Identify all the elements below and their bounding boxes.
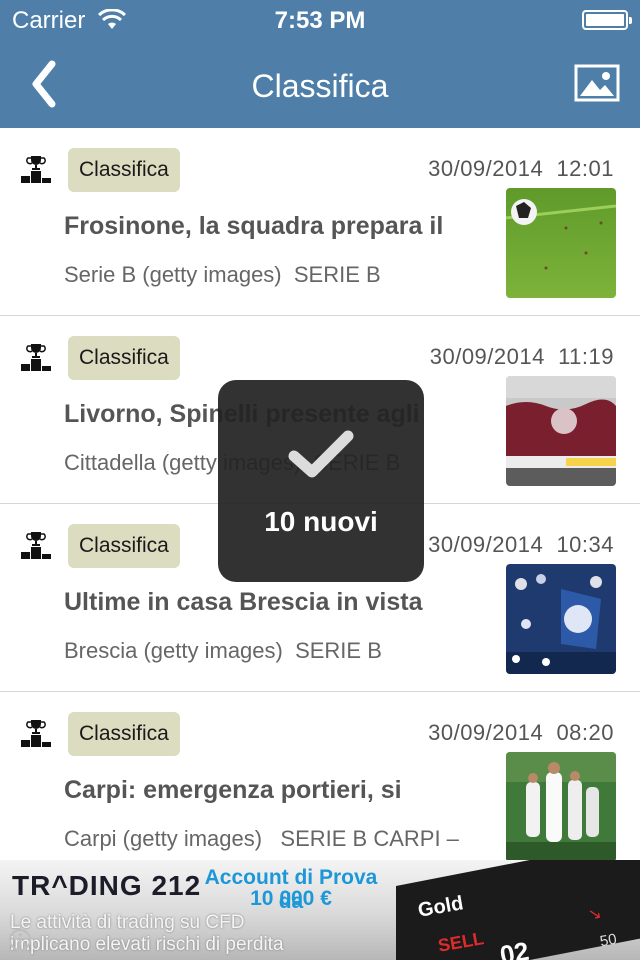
ad-logo: TR^DING 212 — [12, 870, 202, 901]
ad-promo-line2: 10 000 € — [250, 887, 332, 910]
article-date: 30/09/2014 10:34 — [428, 532, 614, 557]
article-thumbnail — [506, 564, 616, 674]
battery-level — [586, 14, 624, 26]
news-row[interactable]: Classifica 30/09/2014 08:20 Carpi: emerg… — [0, 692, 640, 860]
refresh-hud: 10 nuovi — [218, 380, 424, 582]
checkmark-icon — [288, 430, 354, 478]
gallery-button[interactable] — [574, 64, 620, 102]
chevron-left-icon — [32, 60, 56, 108]
nav-bar: Classifica — [0, 40, 640, 128]
article-headline: Ultime in casa Brescia in vista — [64, 588, 423, 616]
hud-message: 10 nuovi — [264, 506, 378, 537]
ad-ticker-small: 50 — [598, 930, 619, 951]
category-badge: Classifica — [68, 148, 180, 192]
ad-disclaimer-line1: Le attività di trading su CFD — [10, 912, 245, 933]
status-time: 7:53 PM — [274, 7, 366, 34]
ad-disclaimer-line2: implicano elevati rischi di perdita — [10, 934, 284, 955]
ad-sell-price: 02 — [497, 935, 532, 960]
article-source: Carpi (getty images) SERIE B CARPI – — [64, 826, 459, 851]
article-thumbnail — [506, 376, 616, 486]
podium-trophy-icon — [21, 720, 51, 747]
article-date: 30/09/2014 08:20 — [428, 720, 614, 745]
article-date: 30/09/2014 12:01 — [428, 156, 614, 181]
podium-trophy-icon — [21, 156, 51, 183]
article-thumbnail — [506, 188, 616, 298]
article-source: Serie B (getty images) SERIE B — [64, 262, 381, 287]
article-source: Brescia (getty images) SERIE B — [64, 638, 382, 663]
category-badge: Classifica — [68, 712, 180, 756]
article-date: 30/09/2014 11:19 — [429, 344, 614, 369]
ad-banner[interactable]: TR^DING 212 Account di Prova da 10 000 €… — [0, 860, 640, 960]
news-row[interactable]: Classifica 30/09/2014 12:01 Frosinone, l… — [0, 128, 640, 316]
battery-icon — [582, 10, 632, 30]
photo-gallery-icon — [574, 64, 620, 102]
app-header: Carrier 7:53 PM Classifica — [0, 0, 640, 128]
status-bar: Carrier 7:53 PM — [0, 0, 640, 40]
article-headline: Carpi: emergenza portieri, si — [64, 776, 402, 804]
info-icon[interactable] — [8, 928, 32, 952]
article-headline: Frosinone, la squadra prepara il — [64, 212, 444, 240]
podium-trophy-icon — [21, 532, 51, 559]
podium-trophy-icon — [21, 344, 51, 371]
article-thumbnail — [506, 752, 616, 860]
category-badge: Classifica — [68, 524, 180, 568]
category-badge: Classifica — [68, 336, 180, 380]
page-title: Classifica — [251, 68, 389, 104]
back-button[interactable] — [22, 58, 68, 110]
